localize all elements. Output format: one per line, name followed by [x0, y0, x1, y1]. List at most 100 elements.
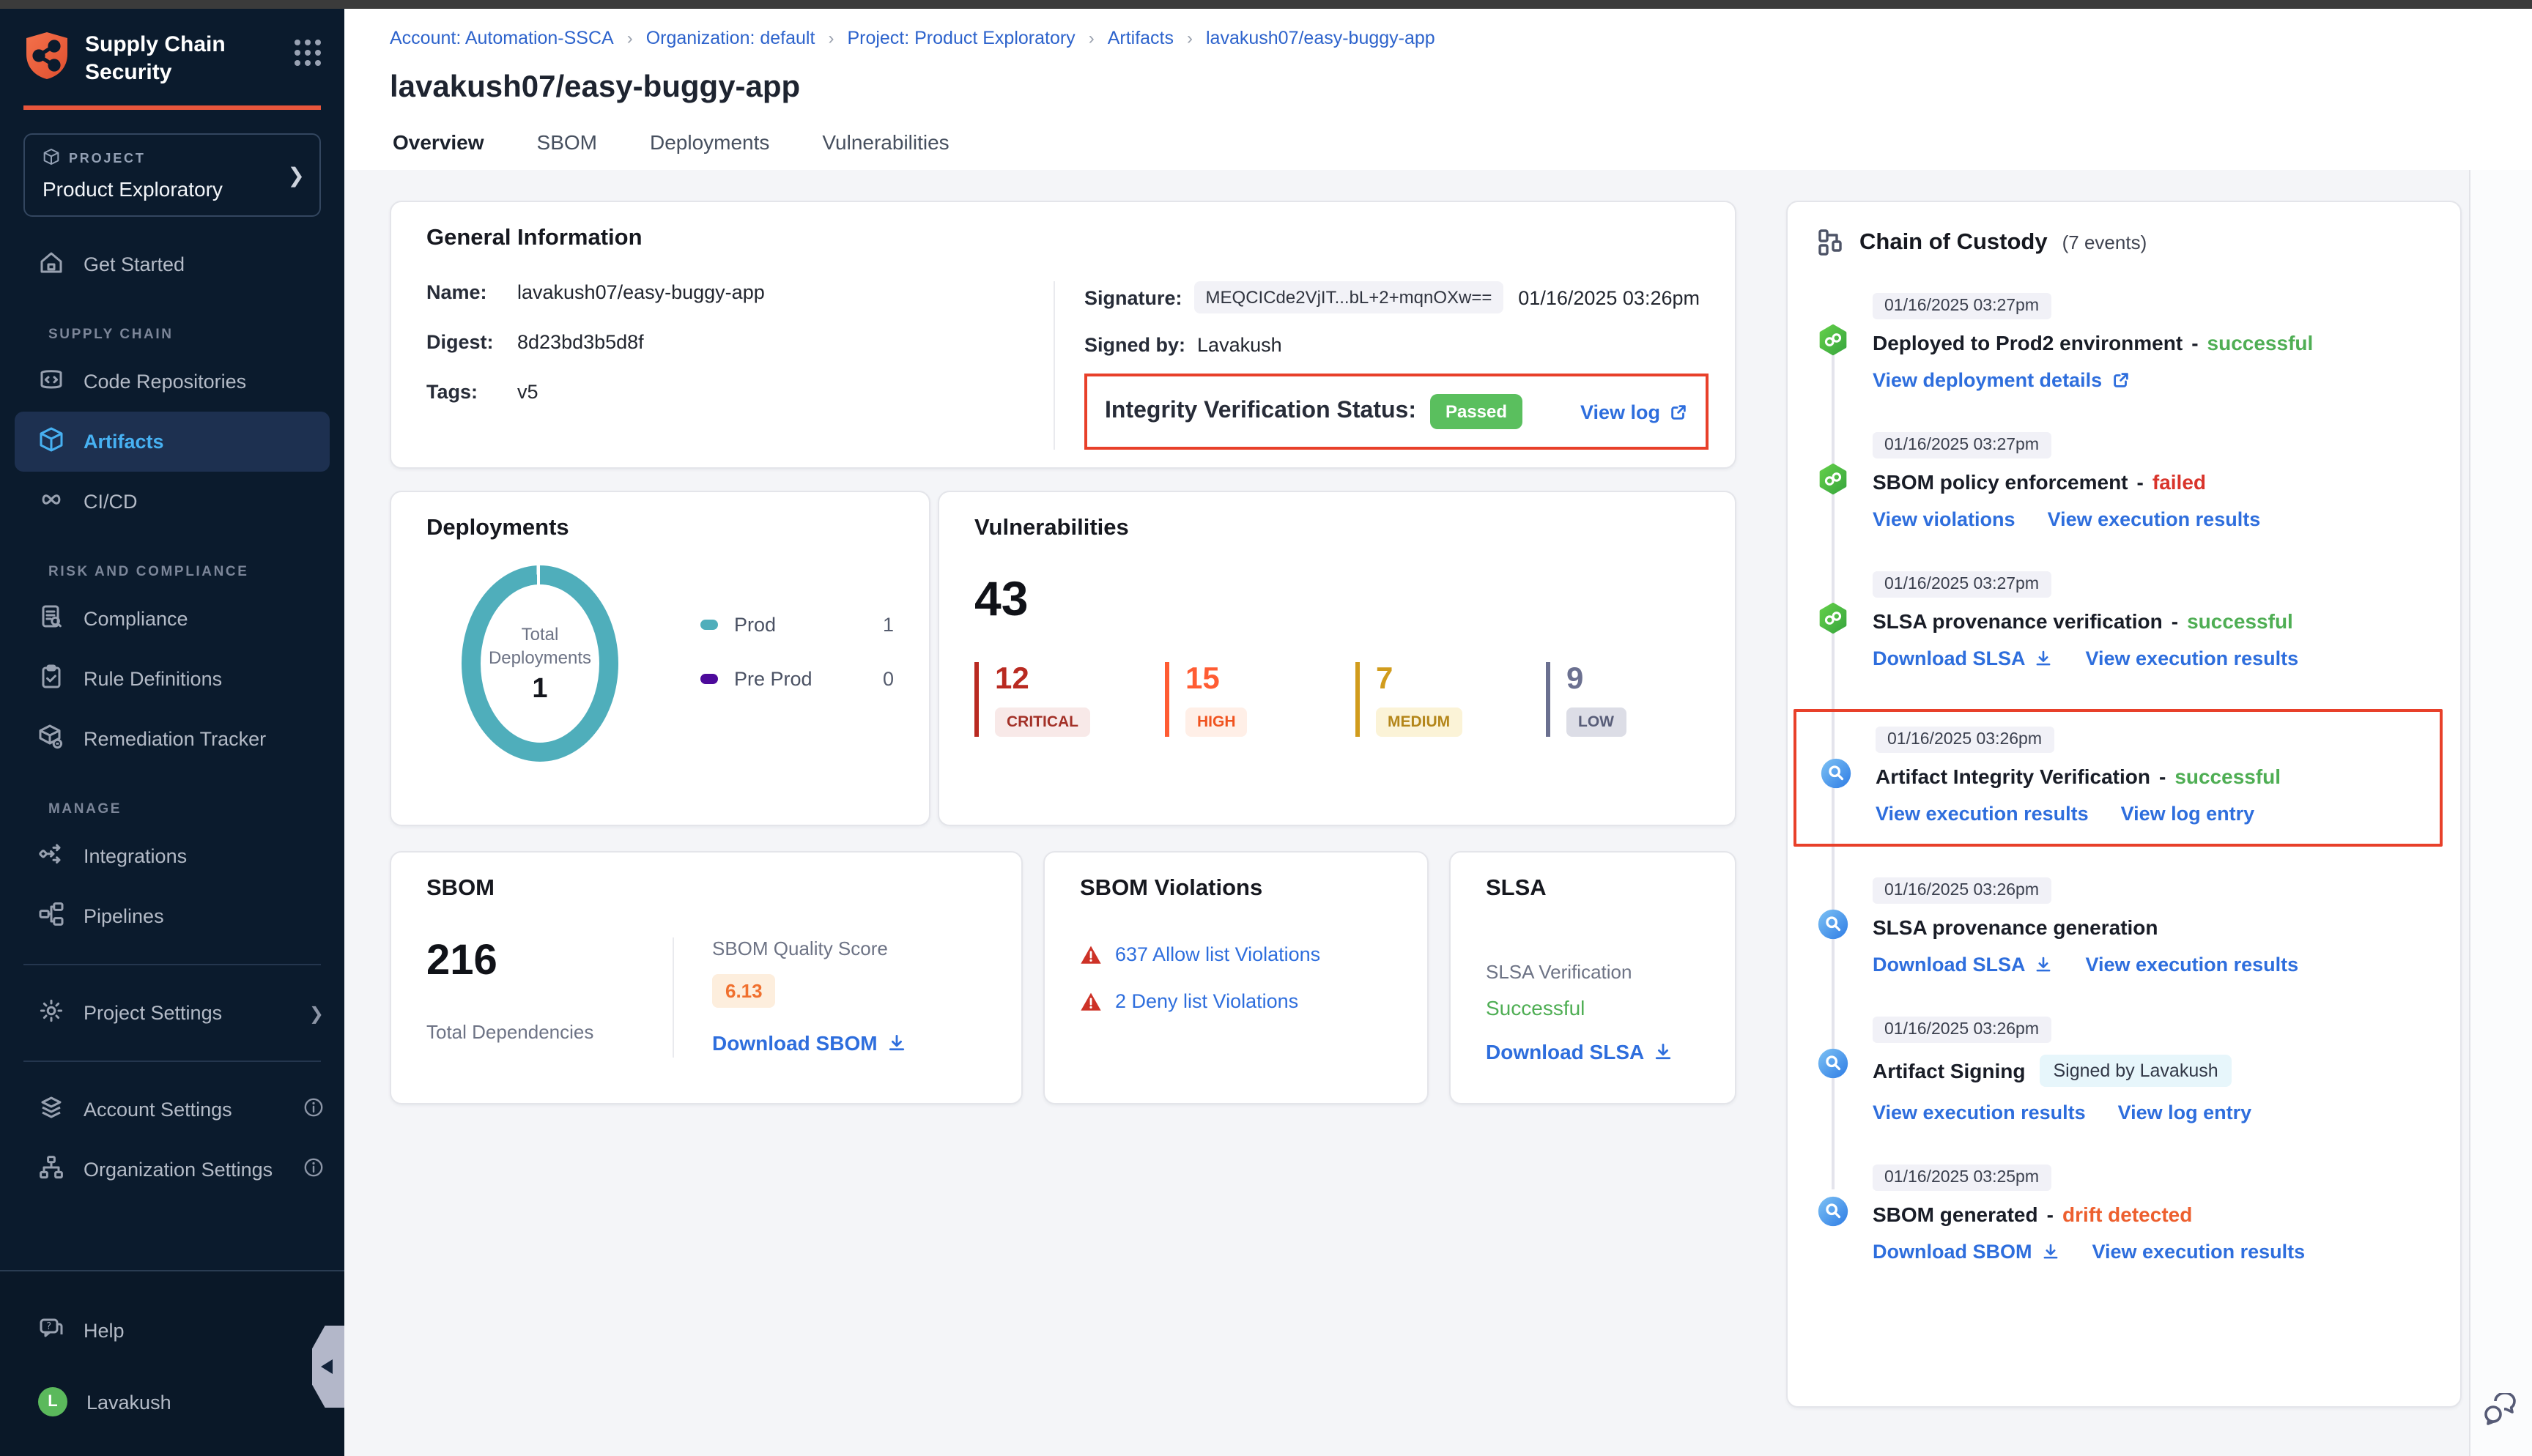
- sidebar-item-pipelines[interactable]: Pipelines: [0, 886, 344, 946]
- project-cube-icon: [42, 148, 60, 168]
- event-status: successful: [2207, 331, 2314, 354]
- download-sbom-link[interactable]: Download SBOM: [1873, 1241, 2060, 1263]
- integrity-status-badge: Passed: [1431, 394, 1522, 429]
- hierarchy-icon: [1817, 229, 1845, 256]
- view-execution-results-link[interactable]: View execution results: [2092, 1241, 2306, 1263]
- card-title: Vulnerabilities: [974, 516, 1700, 542]
- breadcrumb-separator: ›: [1089, 28, 1095, 48]
- help-chat-icon: ?: [38, 1315, 64, 1346]
- breadcrumb-organization[interactable]: Organization: default: [646, 28, 815, 48]
- sbom-violations-card: SBOM Violations 637 Allow list Violation…: [1043, 851, 1429, 1104]
- external-link-icon: [2111, 371, 2130, 390]
- download-slsa-link[interactable]: Download SLSA: [1486, 1040, 1673, 1063]
- severity-high: 15 HIGH: [1165, 662, 1319, 737]
- donut-total-value: 1: [532, 673, 547, 705]
- breadcrumb-separator: ›: [627, 28, 633, 48]
- view-log-link[interactable]: View log: [1580, 401, 1688, 423]
- info-icon[interactable]: [303, 1097, 324, 1122]
- view-execution-results-link[interactable]: View execution results: [2086, 954, 2299, 976]
- download-sbom-link[interactable]: Download SBOM: [712, 1031, 907, 1055]
- chain-event-count: (7 events): [2062, 231, 2147, 253]
- scan-circle-icon: [1820, 757, 1852, 790]
- tab-sbom[interactable]: SBOM: [537, 130, 597, 176]
- deny-list-violations-link[interactable]: 2 Deny list Violations: [1115, 990, 1298, 1012]
- sbom-card: SBOM 216 Total Dependencies SBOM Quality…: [390, 851, 1023, 1104]
- download-icon: [2035, 649, 2054, 668]
- event-timestamp: 01/16/2025 03:26pm: [1876, 727, 2054, 753]
- tab-vulnerabilities[interactable]: Vulnerabilities: [822, 130, 949, 176]
- sidebar-item-project-settings[interactable]: Project Settings ❯: [0, 983, 344, 1043]
- view-execution-results-link[interactable]: View execution results: [2048, 508, 2261, 530]
- sidebar-footer: ? Help L Lavakush: [0, 1270, 344, 1456]
- event-title: SBOM policy enforcement: [1873, 470, 2128, 494]
- view-deployment-details-link[interactable]: View deployment details: [1873, 369, 2130, 391]
- event-title: Artifact Integrity Verification: [1876, 765, 2150, 788]
- chevron-right-icon: ❯: [288, 163, 305, 187]
- chevron-right-icon: ❯: [309, 1003, 324, 1023]
- sidebar-item-code-repositories[interactable]: Code Repositories: [0, 352, 344, 412]
- signature-value: MEQCICde2VjIT...bL+2+mqnOXw==: [1194, 281, 1504, 313]
- sidebar-item-user[interactable]: L Lavakush: [0, 1373, 344, 1431]
- module-grid-icon[interactable]: [295, 40, 321, 66]
- tab-deployments[interactable]: Deployments: [650, 130, 769, 176]
- view-execution-results-link[interactable]: View execution results: [1876, 803, 2089, 825]
- signed-by-value: Lavakush: [1197, 334, 1282, 356]
- cube-icon: [38, 426, 64, 457]
- download-slsa-link[interactable]: Download SLSA: [1873, 647, 2054, 669]
- general-information-card: General Information Name: lavakush07/eas…: [390, 201, 1736, 469]
- event-timestamp: 01/16/2025 03:27pm: [1873, 571, 2051, 598]
- chat-bubbles-icon[interactable]: [2482, 1393, 2520, 1435]
- code-repo-icon: [38, 366, 64, 397]
- chain-event-slsa-verification: 01/16/2025 03:27pm SLSA provenance verif…: [1817, 570, 2431, 669]
- sidebar-nav: Get Started SUPPLY CHAIN Code Repositori…: [0, 234, 344, 1200]
- view-violations-link[interactable]: View violations: [1873, 508, 2015, 530]
- project-eyebrow-label: PROJECT: [69, 151, 146, 166]
- sbom-total-label: Total Dependencies: [426, 1021, 673, 1043]
- layers-gear-icon: [38, 1094, 64, 1125]
- event-title: Deployed to Prod2 environment: [1873, 331, 2183, 354]
- gear-icon: [38, 998, 64, 1028]
- card-title: SBOM: [426, 876, 986, 902]
- sidebar-item-get-started[interactable]: Get Started: [0, 234, 344, 294]
- info-icon[interactable]: [303, 1157, 324, 1182]
- right-gutter: [2469, 170, 2532, 1456]
- name-label: Name:: [426, 281, 517, 303]
- integrity-label: Integrity Verification Status:: [1105, 398, 1416, 425]
- org-chart-gear-icon: [38, 1154, 64, 1185]
- sidebar-item-artifacts[interactable]: Artifacts: [15, 412, 330, 472]
- sidebar-item-help[interactable]: ? Help: [0, 1301, 344, 1361]
- download-slsa-link[interactable]: Download SLSA: [1873, 954, 2054, 976]
- breadcrumb-account[interactable]: Account: Automation-SSCA: [390, 28, 614, 48]
- chain-event-slsa-generation: 01/16/2025 03:26pm SLSA provenance gener…: [1817, 876, 2431, 976]
- link-hexagon-icon: [1817, 463, 1849, 495]
- view-log-entry-link[interactable]: View log entry: [2118, 1102, 2252, 1123]
- scan-circle-icon: [1817, 908, 1849, 940]
- tab-overview[interactable]: Overview: [393, 130, 484, 176]
- sidebar-item-organization-settings[interactable]: Organization Settings: [0, 1140, 344, 1200]
- event-timestamp: 01/16/2025 03:25pm: [1873, 1165, 2051, 1191]
- main-area: Account: Automation-SSCA › Organization:…: [344, 9, 2532, 1456]
- allow-list-violations-link[interactable]: 637 Allow list Violations: [1115, 943, 1320, 965]
- sidebar-item-integrations[interactable]: Integrations: [0, 826, 344, 886]
- legend-item-prod: Prod 1: [700, 614, 894, 636]
- view-execution-results-link[interactable]: View execution results: [1873, 1102, 2086, 1123]
- breadcrumb-project[interactable]: Project: Product Exploratory: [847, 28, 1075, 48]
- page-title: lavakush07/easy-buggy-app: [390, 70, 2532, 105]
- breadcrumb-artifact-name[interactable]: lavakush07/easy-buggy-app: [1206, 28, 1435, 48]
- link-hexagon-icon: [1817, 324, 1849, 356]
- view-log-entry-link[interactable]: View log entry: [2121, 803, 2255, 825]
- chain-event-sbom-policy: 01/16/2025 03:27pm SBOM policy enforceme…: [1817, 431, 2431, 530]
- sbom-quality-label: SBOM Quality Score: [712, 937, 986, 959]
- vulnerabilities-total: 43: [974, 571, 1700, 627]
- card-title: SBOM Violations: [1080, 876, 1392, 902]
- sidebar-item-cicd[interactable]: CI/CD: [0, 472, 344, 532]
- sidebar-item-rule-definitions[interactable]: Rule Definitions: [0, 649, 344, 709]
- project-selector[interactable]: PROJECT Product Exploratory ❯: [23, 133, 321, 217]
- sidebar-item-compliance[interactable]: Compliance: [0, 589, 344, 649]
- view-execution-results-link[interactable]: View execution results: [2086, 647, 2299, 669]
- deployments-card: Deployments Total Deployments 1 Prod 1: [390, 491, 930, 826]
- sidebar-item-account-settings[interactable]: Account Settings: [0, 1080, 344, 1140]
- nav-section-risk-compliance: RISK AND COMPLIANCE: [0, 532, 344, 589]
- sidebar-item-remediation-tracker[interactable]: Remediation Tracker: [0, 709, 344, 769]
- breadcrumb-artifacts[interactable]: Artifacts: [1108, 28, 1174, 48]
